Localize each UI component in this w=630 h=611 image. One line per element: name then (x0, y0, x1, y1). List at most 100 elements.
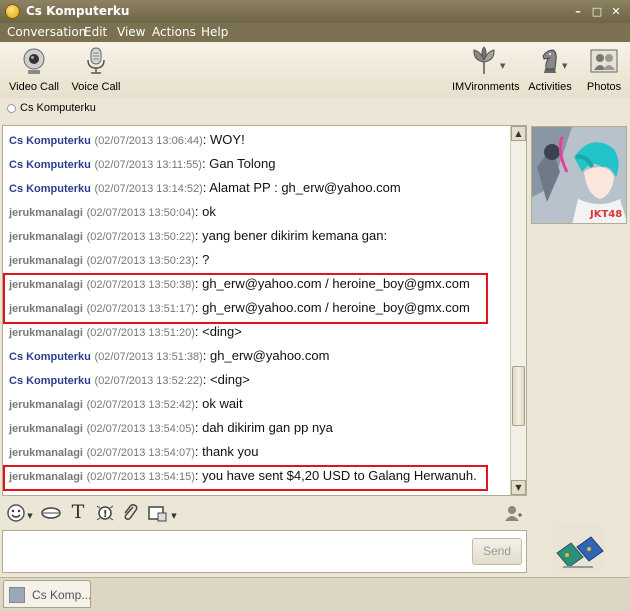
emoticon-icon[interactable] (5, 503, 27, 523)
message-sender[interactable]: jerukmanalagi (9, 231, 83, 243)
attach-icon[interactable] (120, 503, 140, 523)
message-row: jerukmanalagi (02/07/2013 13:52:42): ok … (9, 395, 511, 419)
message-timestamp: (02/07/2013 13:51:20) (86, 327, 195, 339)
svg-text:!: ! (103, 509, 108, 520)
tab-conversation[interactable]: Cs Komp... (3, 580, 91, 608)
photos-button[interactable]: Photos (584, 46, 624, 93)
message-row: jerukmanalagi (02/07/2013 13:51:20): <di… (9, 323, 511, 347)
message-sender[interactable]: jerukmanalagi (9, 423, 83, 435)
my-avatar-image (553, 523, 605, 573)
buddy-avatar-image: JKT48 (532, 127, 626, 223)
message-timestamp: (02/07/2013 13:51:17) (86, 303, 195, 315)
message-sender[interactable]: jerukmanalagi (9, 399, 83, 411)
message-timestamp: (02/07/2013 13:06:44) (94, 135, 203, 147)
text-format-icon[interactable]: T (68, 501, 88, 523)
imvironments-button[interactable]: IMVironments (452, 46, 520, 93)
menu-actions[interactable]: Actions (152, 25, 196, 39)
message-text: : dah dikirim gan pp nya (194, 420, 333, 435)
window-title: Cs Komputerku (26, 4, 130, 18)
message-text: : ok wait (194, 396, 243, 411)
message-sender[interactable]: jerukmanalagi (9, 327, 83, 339)
menu-bar: Conversation Edit View Actions Help (0, 23, 630, 42)
video-call-button[interactable]: Video Call (9, 46, 59, 93)
message-sender[interactable]: Cs Komputerku (9, 351, 91, 363)
my-avatar[interactable] (553, 523, 605, 573)
message-timestamp: (02/07/2013 13:50:23) (86, 255, 195, 267)
message-text: : gh_erw@yahoo.com / heroine_boy@gmx.com (194, 300, 470, 315)
minimize-icon[interactable]: – (569, 3, 587, 20)
activities-dropdown-icon[interactable]: ▼ (562, 62, 567, 70)
message-sender[interactable]: Cs Komputerku (9, 135, 91, 147)
message-row: jerukmanalagi (02/07/2013 13:51:17): gh_… (9, 299, 511, 323)
message-sender[interactable]: jerukmanalagi (9, 447, 83, 459)
message-timestamp: (02/07/2013 13:54:05) (86, 423, 195, 435)
transcript-scrollbar[interactable]: ▲ ▼ (510, 126, 526, 495)
voice-call-button[interactable]: Voice Call (71, 46, 121, 93)
scroll-up-icon[interactable]: ▲ (511, 126, 526, 141)
message-row: jerukmanalagi (02/07/2013 13:54:05): dah… (9, 419, 511, 443)
send-button[interactable]: Send (472, 538, 522, 565)
message-sender[interactable]: Cs Komputerku (9, 375, 91, 387)
menu-view[interactable]: View (117, 25, 145, 39)
menu-help[interactable]: Help (201, 25, 228, 39)
message-row: Cs Komputerku (02/07/2013 13:52:22): <di… (9, 371, 511, 395)
message-text: : <ding> (202, 372, 250, 387)
message-timestamp: (02/07/2013 13:14:52) (94, 183, 203, 195)
contact-name[interactable]: Cs Komputerku (20, 102, 96, 114)
insert-icon[interactable] (147, 503, 169, 523)
message-sender[interactable]: jerukmanalagi (9, 207, 83, 219)
yahoo-messenger-icon (5, 4, 20, 19)
buzz-icon[interactable]: ! (94, 503, 116, 523)
imvironments-dropdown-icon[interactable]: ▼ (500, 62, 505, 70)
message-text: : Alamat PP : gh_erw@yahoo.com (202, 180, 401, 195)
message-text: : gh_erw@yahoo.com (202, 348, 330, 363)
toolbar: Video Call Voice Call IMVironments ▼ Act… (0, 42, 630, 98)
contact-bar: Cs Komputerku (0, 98, 630, 120)
message-sender[interactable]: jerukmanalagi (9, 255, 83, 267)
status-indicator-icon (7, 104, 16, 113)
message-sender[interactable]: Cs Komputerku (9, 183, 91, 195)
emoticon-dropdown-icon[interactable]: ▼ (26, 512, 34, 532)
message-row: jerukmanalagi (02/07/2013 13:50:22): yan… (9, 227, 511, 251)
format-toolbar: ▼ T ! ▼ (0, 498, 527, 528)
message-sender[interactable]: jerukmanalagi (9, 279, 83, 291)
message-text: : yang bener dikirim kemana gan: (194, 228, 388, 243)
imvironments-label: IMVironments (452, 81, 520, 93)
chess-knight-icon (542, 49, 557, 73)
contact-icon[interactable] (502, 503, 524, 523)
message-sender[interactable]: jerukmanalagi (9, 471, 83, 483)
insert-dropdown-icon[interactable]: ▼ (170, 512, 178, 532)
message-timestamp: (02/07/2013 13:50:22) (86, 231, 195, 243)
message-timestamp: (02/07/2013 13:52:42) (86, 399, 195, 411)
message-text: : thank you (194, 444, 259, 459)
message-row: jerukmanalagi (02/07/2013 13:50:38): gh_… (9, 275, 511, 299)
maximize-icon[interactable]: □ (588, 3, 606, 20)
message-sender[interactable]: jerukmanalagi (9, 303, 83, 315)
message-row: Cs Komputerku (02/07/2013 13:51:38): gh_… (9, 347, 511, 371)
menu-conversation[interactable]: Conversation (7, 25, 86, 39)
message-text: : <ding> (194, 324, 242, 339)
message-sender[interactable]: Cs Komputerku (9, 159, 91, 171)
webcam-icon (23, 48, 45, 74)
chat-transcript[interactable]: Cs Komputerku (02/07/2013 13:06:44): WOY… (2, 125, 527, 496)
svg-text:JKT48: JKT48 (589, 209, 622, 220)
photos-icon (590, 49, 618, 73)
close-icon[interactable]: ✕ (607, 3, 625, 20)
message-row: Cs Komputerku (02/07/2013 13:11:55): Gan… (9, 155, 511, 179)
message-row: jerukmanalagi (02/07/2013 13:50:04): ok (9, 203, 511, 227)
scroll-down-icon[interactable]: ▼ (511, 480, 526, 495)
buddy-avatar[interactable]: JKT48 (531, 126, 627, 224)
message-row: jerukmanalagi (02/07/2013 13:54:07): tha… (9, 443, 511, 467)
message-timestamp: (02/07/2013 13:11:55) (94, 159, 202, 171)
message-timestamp: (02/07/2013 13:51:38) (94, 351, 203, 363)
message-text: : WOY! (202, 132, 245, 147)
message-timestamp: (02/07/2013 13:54:15) (86, 471, 195, 483)
lips-icon[interactable] (40, 503, 62, 523)
message-text: : you have sent $4,20 USD to Galang Herw… (194, 468, 477, 483)
message-input[interactable] (2, 530, 527, 573)
activities-label: Activities (528, 81, 572, 93)
message-text: : gh_erw@yahoo.com / heroine_boy@gmx.com (194, 276, 470, 291)
menu-edit[interactable]: Edit (84, 25, 107, 39)
message-timestamp: (02/07/2013 13:52:22) (94, 375, 203, 387)
scrollbar-thumb[interactable] (512, 366, 525, 426)
